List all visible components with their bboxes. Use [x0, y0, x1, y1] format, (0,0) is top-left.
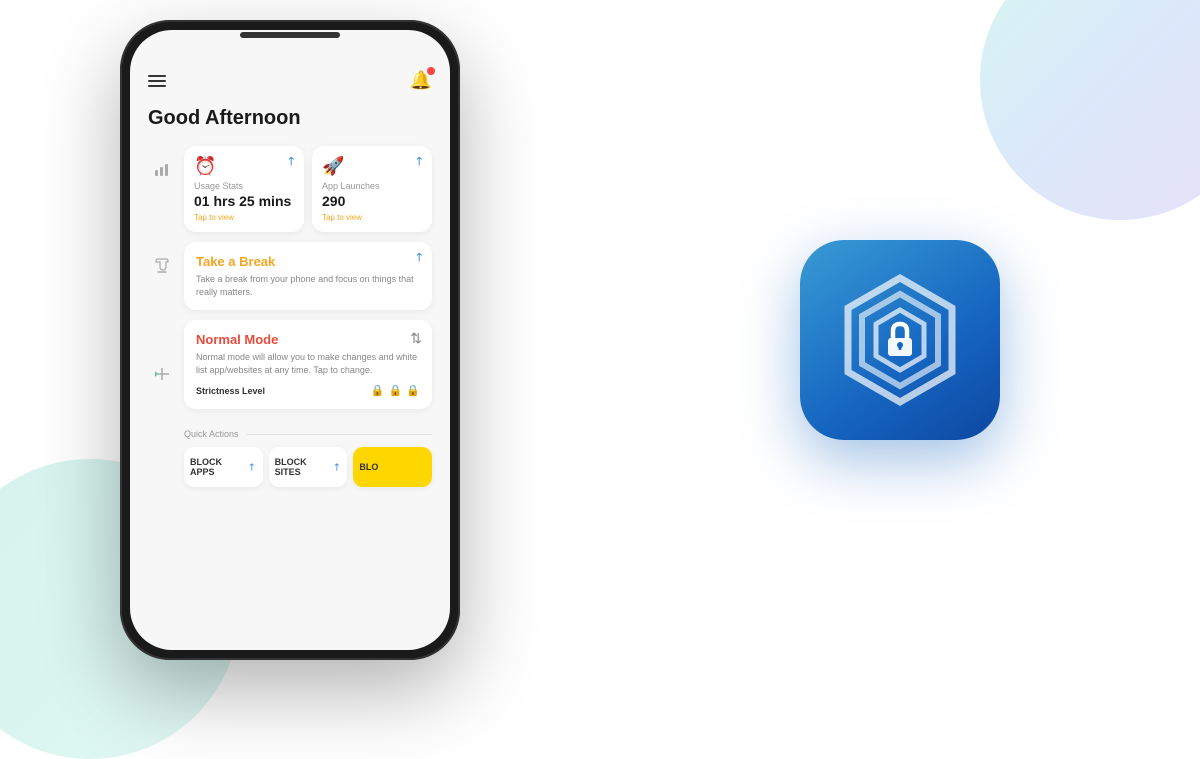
- cards-area: ↗ ⏰ Usage Stats 01 hrs 25 mins Tap to vi…: [184, 146, 432, 487]
- hamburger-line-1: [148, 75, 166, 77]
- block-third-button[interactable]: BLO: [353, 447, 432, 487]
- usage-tap: Tap to view: [194, 213, 294, 222]
- block-third-label: BLO: [359, 462, 378, 472]
- launches-value: 290: [322, 193, 422, 209]
- lock-icons: 🔒 🔒 🔒: [371, 384, 420, 397]
- app-icon-svg: [830, 270, 970, 410]
- lock-icon-2: 🔒: [389, 384, 403, 397]
- lock-icon-1: 🔒: [371, 384, 385, 397]
- hamburger-line-2: [148, 80, 166, 82]
- stats-row: ↗ ⏰ Usage Stats 01 hrs 25 mins Tap to vi…: [184, 146, 432, 232]
- block-sites-label: BLOCK SITES: [275, 457, 333, 477]
- greeting-text: Good Afternoon: [148, 107, 432, 130]
- mode-toggle-icon[interactable]: ⇅: [410, 330, 422, 347]
- quick-actions-section: Quick Actions BLOCK APPS ↗ BLOCK SITES: [184, 429, 432, 487]
- screen-header: 🔔: [148, 70, 432, 91]
- break-title: Take a Break: [196, 254, 420, 269]
- phone-screen: 🔔 Good Afternoon: [130, 30, 450, 650]
- quick-actions-label: Quick Actions: [184, 429, 239, 439]
- menu-button[interactable]: [148, 75, 166, 87]
- usage-stats-card[interactable]: ↗ ⏰ Usage Stats 01 hrs 25 mins Tap to vi…: [184, 146, 304, 232]
- quick-actions-row: BLOCK APPS ↗ BLOCK SITES ↗ BLO: [184, 447, 432, 487]
- mode-title: Normal Mode: [196, 332, 420, 347]
- main-layout: ↗ ⏰ Usage Stats 01 hrs 25 mins Tap to vi…: [148, 146, 432, 487]
- launches-tap: Tap to view: [322, 213, 422, 222]
- launches-label: App Launches: [322, 181, 422, 191]
- notification-badge: [427, 67, 435, 75]
- side-icon-break: [148, 252, 176, 280]
- app-icon: [800, 240, 1000, 440]
- side-icon-mode: [148, 360, 176, 388]
- phone-mockup: 🔔 Good Afternoon: [120, 20, 480, 670]
- strictness-label: Strictness Level: [196, 386, 265, 396]
- notification-button[interactable]: 🔔: [410, 70, 432, 91]
- bg-decoration-top-right: [980, 0, 1200, 220]
- app-icon-section: [800, 240, 1000, 440]
- block-apps-button[interactable]: BLOCK APPS ↗: [184, 447, 263, 487]
- hamburger-line-3: [148, 85, 166, 87]
- break-description: Take a break from your phone and focus o…: [196, 273, 420, 298]
- side-icon-stats: [148, 156, 176, 184]
- block-sites-button[interactable]: BLOCK SITES ↗: [269, 447, 348, 487]
- usage-value: 01 hrs 25 mins: [194, 193, 294, 209]
- quick-actions-header: Quick Actions: [184, 429, 432, 439]
- quick-actions-divider: [247, 434, 432, 435]
- phone-frame: 🔔 Good Afternoon: [120, 20, 460, 660]
- break-card[interactable]: ↗ Take a Break Take a break from your ph…: [184, 242, 432, 310]
- side-icons: [148, 146, 176, 487]
- block-apps-label: BLOCK APPS: [190, 457, 248, 477]
- launches-card[interactable]: ↗ 🚀 App Launches 290 Tap to view: [312, 146, 432, 232]
- mode-card[interactable]: ⇅ Normal Mode Normal mode will allow you…: [184, 320, 432, 409]
- lock-icon-3: 🔒: [406, 384, 420, 397]
- mode-description: Normal mode will allow you to make chang…: [196, 351, 420, 376]
- strictness-row: Strictness Level 🔒 🔒 🔒: [196, 384, 420, 397]
- launches-icon: 🚀: [322, 156, 422, 177]
- usage-icon: ⏰: [194, 156, 294, 177]
- phone-notch: [240, 32, 340, 38]
- usage-label: Usage Stats: [194, 181, 294, 191]
